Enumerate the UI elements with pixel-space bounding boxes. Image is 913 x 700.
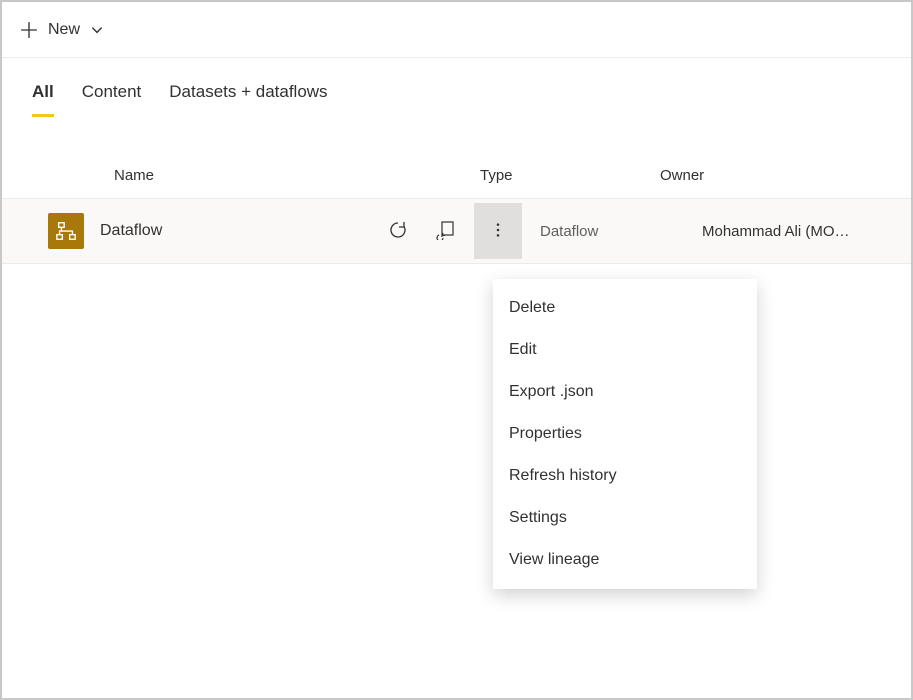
context-menu: Delete Edit Export .json Properties Refr… bbox=[493, 279, 757, 589]
schedule-refresh-icon bbox=[436, 220, 456, 243]
schedule-refresh-button[interactable] bbox=[426, 211, 466, 251]
tab-all[interactable]: All bbox=[32, 82, 54, 117]
row-type: Dataflow bbox=[522, 223, 702, 240]
new-button[interactable]: New bbox=[16, 15, 108, 45]
menu-item-settings[interactable]: Settings bbox=[493, 497, 757, 539]
menu-item-properties[interactable]: Properties bbox=[493, 413, 757, 455]
menu-item-delete[interactable]: Delete bbox=[493, 287, 757, 329]
more-vertical-icon bbox=[489, 221, 507, 242]
table-row[interactable]: Dataflow Dataflow Mohammad Ali (MO… bbox=[2, 198, 911, 264]
menu-item-view-lineage[interactable]: View lineage bbox=[493, 539, 757, 581]
tabs: All Content Datasets + dataflows bbox=[2, 58, 911, 117]
row-actions bbox=[378, 211, 522, 251]
content-list: Name Type Owner Dataflow bbox=[2, 153, 911, 264]
refresh-button[interactable] bbox=[378, 211, 418, 251]
table-header: Name Type Owner bbox=[2, 153, 911, 198]
menu-item-refresh-history[interactable]: Refresh history bbox=[493, 455, 757, 497]
row-icon-cell bbox=[48, 213, 84, 249]
refresh-icon bbox=[388, 220, 408, 243]
menu-item-edit[interactable]: Edit bbox=[493, 329, 757, 371]
dataflow-icon bbox=[48, 213, 84, 249]
column-header-type[interactable]: Type bbox=[480, 167, 660, 184]
column-header-name[interactable]: Name bbox=[32, 167, 480, 184]
row-name[interactable]: Dataflow bbox=[100, 222, 378, 240]
column-header-owner[interactable]: Owner bbox=[660, 167, 881, 184]
more-options-button[interactable] bbox=[474, 203, 522, 259]
new-button-label: New bbox=[48, 21, 80, 39]
tab-content[interactable]: Content bbox=[82, 82, 142, 117]
plus-icon bbox=[20, 21, 38, 39]
chevron-down-icon bbox=[90, 23, 104, 37]
tab-datasets-dataflows[interactable]: Datasets + dataflows bbox=[169, 82, 327, 117]
row-owner: Mohammad Ali (MO… bbox=[702, 223, 881, 240]
toolbar: New bbox=[2, 2, 911, 58]
menu-item-export-json[interactable]: Export .json bbox=[493, 371, 757, 413]
